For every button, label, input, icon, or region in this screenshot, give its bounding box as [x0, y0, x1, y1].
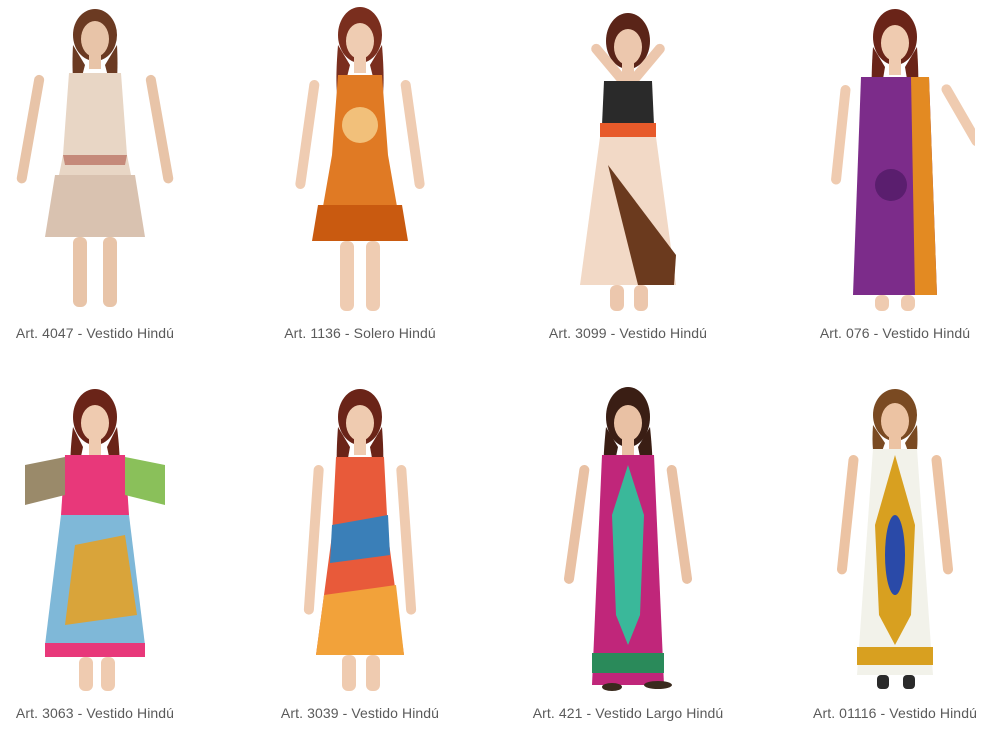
product-grid: Art. 4047 - Vestido Hindú Art. 1136 - So…: [0, 0, 1000, 745]
product-card[interactable]: Art. 3099 - Vestido Hindú: [518, 5, 738, 345]
product-card[interactable]: Art. 3039 - Vestido Hindú: [250, 385, 470, 725]
product-photo[interactable]: [518, 385, 738, 695]
product-caption[interactable]: Art. 1136 - Solero Hindú: [250, 321, 470, 345]
product-caption[interactable]: Art. 421 - Vestido Largo Hindú: [518, 701, 738, 725]
product-photo[interactable]: [250, 5, 470, 315]
dress-illustration: [16, 9, 174, 307]
product-caption[interactable]: Art. 4047 - Vestido Hindú: [0, 321, 205, 345]
product-photo[interactable]: [250, 385, 470, 695]
product-photo[interactable]: [0, 385, 205, 695]
product-caption[interactable]: Art. 3099 - Vestido Hindú: [518, 321, 738, 345]
product-card[interactable]: Art. 4047 - Vestido Hindú: [0, 5, 205, 345]
product-card[interactable]: Art. 01116 - Vestido Hindú: [785, 385, 1000, 725]
dress-illustration: [580, 13, 676, 311]
product-card[interactable]: Art. 421 - Vestido Largo Hindú: [518, 385, 738, 725]
dress-illustration: [25, 389, 165, 691]
dress-illustration: [563, 387, 693, 691]
product-caption[interactable]: Art. 3039 - Vestido Hindú: [250, 701, 470, 725]
product-caption[interactable]: Art. 3063 - Vestido Hindú: [0, 701, 205, 725]
product-caption[interactable]: Art. 076 - Vestido Hindú: [785, 321, 1000, 345]
product-card[interactable]: Art. 076 - Vestido Hindú: [785, 5, 1000, 345]
dress-illustration: [831, 9, 975, 311]
product-photo[interactable]: [785, 5, 1000, 315]
product-card[interactable]: Art. 1136 - Solero Hindú: [250, 5, 470, 345]
dress-illustration: [295, 7, 425, 311]
product-photo[interactable]: [0, 5, 205, 315]
product-caption[interactable]: Art. 01116 - Vestido Hindú: [785, 701, 1000, 725]
product-photo[interactable]: [785, 385, 1000, 695]
dress-illustration: [303, 389, 417, 691]
product-photo[interactable]: [518, 5, 738, 315]
product-card[interactable]: Art. 3063 - Vestido Hindú: [0, 385, 205, 725]
dress-illustration: [836, 389, 954, 689]
